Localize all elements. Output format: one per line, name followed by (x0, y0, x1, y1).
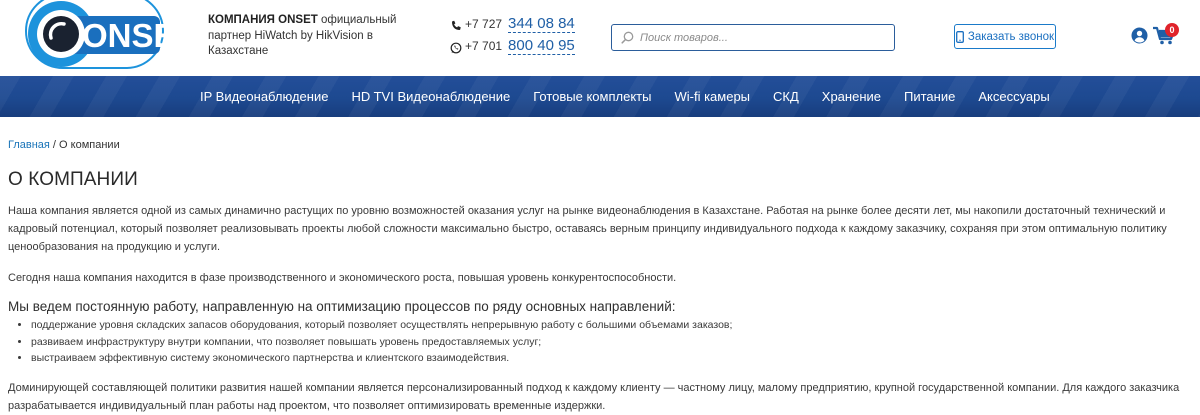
phone-icon (452, 20, 461, 30)
phone1-number[interactable]: 344 08 84 (508, 15, 575, 33)
search-icon[interactable] (621, 31, 634, 44)
phone-line-1: +7 727 344 08 84 (450, 15, 575, 37)
search-box[interactable] (611, 24, 895, 51)
phone-list: +7 727 344 08 84 +7 701 800 40 95 (450, 15, 575, 59)
list-item: поддержание уровня складских запасов обо… (31, 317, 1193, 334)
page-title: О КОМПАНИИ (8, 169, 138, 190)
nav-item-wifi-cameras[interactable]: Wi-fi камеры (674, 89, 750, 104)
user-icon[interactable] (1131, 27, 1148, 44)
breadcrumb-home-link[interactable]: Главная (8, 139, 50, 151)
nav-item-hd-tvi[interactable]: HD TVI Видеонаблюдение (351, 89, 510, 104)
callback-label: Заказать звонок (967, 30, 1055, 43)
list-item: развиваем инфраструктуру внутри компании… (31, 334, 1193, 351)
whatsapp-icon (450, 42, 462, 54)
breadcrumb-separator: / (49, 139, 60, 151)
list-item: выстраиваем эффективную систему экономич… (31, 350, 1193, 367)
site-logo[interactable]: ONSET (24, 0, 166, 72)
approach-paragraph: Доминирующей составляющей политики разви… (8, 381, 1180, 412)
nav-item-storage[interactable]: Хранение (822, 89, 881, 104)
company-name: КОМПАНИЯ ONSET (208, 14, 318, 26)
cart-count-badge: 0 (1165, 23, 1179, 37)
phone-line-2: +7 701 800 40 95 (450, 37, 575, 59)
directions-heading: Мы ведем постоянную работу, направленную… (8, 299, 676, 314)
nav-item-accessories[interactable]: Аксессуары (978, 89, 1049, 104)
search-input[interactable] (640, 31, 880, 44)
main-content: Главная / О компании О КОМПАНИИ Наша ком… (8, 117, 1193, 415)
nav-item-access-control[interactable]: СКД (773, 89, 799, 104)
growth-paragraph: Сегодня наша компания находится в фазе п… (8, 272, 677, 284)
phone2-number[interactable]: 800 40 95 (508, 37, 575, 55)
callback-button[interactable]: Заказать звонок (954, 24, 1056, 49)
directions-list: поддержание уровня складских запасов обо… (8, 317, 1193, 367)
nav-item-power[interactable]: Питание (904, 89, 955, 104)
breadcrumb-current: О компании (59, 139, 120, 151)
logo-text: ONSET (82, 17, 166, 54)
main-navigation: IP Видеонаблюдение HD TVI Видеонаблюдени… (0, 76, 1200, 117)
nav-item-ip-video[interactable]: IP Видеонаблюдение (200, 89, 328, 104)
phone2-code: +7 701 (465, 39, 503, 53)
intro-paragraph: Наша компания является одной из самых ди… (8, 205, 1167, 253)
phone1-code: +7 727 (465, 17, 503, 31)
mobile-phone-icon (955, 30, 964, 43)
site-header: ONSET КОМПАНИЯ ONSET официальный партнер… (0, 0, 1200, 76)
breadcrumb: Главная / О компании (8, 139, 1193, 151)
nav-item-kits[interactable]: Готовые комплекты (533, 89, 651, 104)
company-description: КОМПАНИЯ ONSET официальный партнер HiWat… (208, 13, 408, 60)
